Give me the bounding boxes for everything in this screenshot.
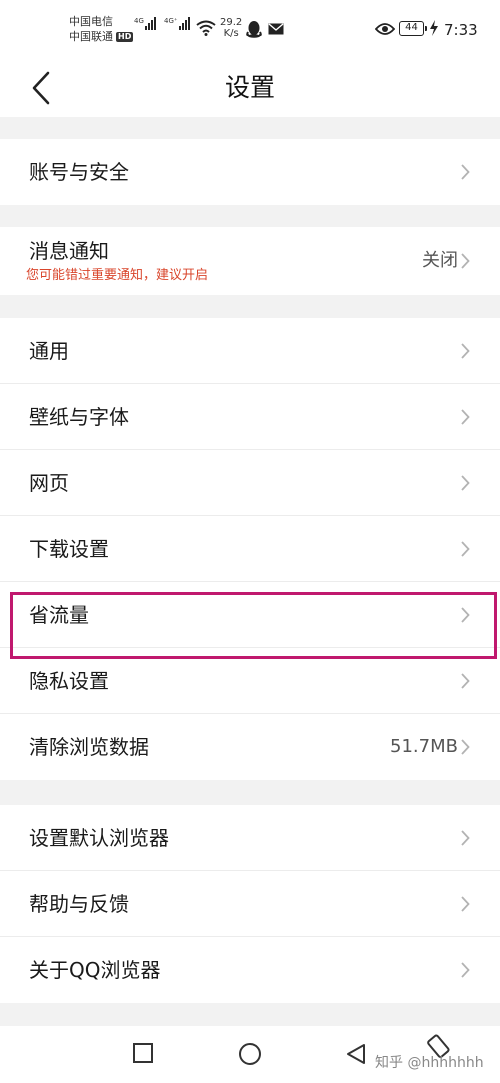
chevron-right-icon: [461, 253, 470, 269]
qq-icon: [246, 21, 262, 38]
setting-label: 设置默认浏览器: [29, 826, 169, 850]
chevron-right-icon: [461, 343, 470, 359]
settings-group-general: 通用 壁纸与字体 网页 下载设置 省流量 隐私设置 清除浏览数据 51.7MB: [0, 318, 500, 780]
status-bar: 中国电信 中国联通 HD 4G 4G⁺ 29.2 K/s 44 7:33: [0, 0, 500, 60]
setting-label: 清除浏览数据: [29, 735, 149, 759]
battery-level: 44: [405, 22, 418, 33]
chevron-right-icon: [461, 475, 470, 491]
setting-row-account-security[interactable]: 账号与安全: [0, 139, 500, 205]
hd-badge: HD: [116, 31, 134, 42]
setting-label: 账号与安全: [29, 160, 129, 184]
net-speed-unit: K/s: [223, 28, 239, 39]
chevron-right-icon: [461, 607, 470, 623]
chevron-right-icon: [461, 164, 470, 180]
setting-label: 壁纸与字体: [29, 405, 129, 429]
setting-row-wallpaper-font[interactable]: 壁纸与字体: [0, 384, 500, 450]
chevron-right-icon: [461, 962, 470, 978]
setting-row-webpage[interactable]: 网页: [0, 450, 500, 516]
cache-size: 51.7MB: [390, 736, 458, 757]
carrier-2: 中国联通: [69, 30, 113, 43]
setting-row-about[interactable]: 关于QQ浏览器: [0, 937, 500, 1003]
setting-row-clear-data[interactable]: 清除浏览数据 51.7MB: [0, 714, 500, 780]
setting-label: 帮助与反馈: [29, 892, 129, 916]
chevron-right-icon: [461, 409, 470, 425]
setting-label: 通用: [29, 339, 69, 363]
eye-icon: [375, 23, 395, 35]
setting-label: 消息通知: [29, 239, 109, 263]
signal-2-icon: 4G⁺: [164, 17, 190, 30]
setting-row-notifications[interactable]: 消息通知 您可能错过重要通知，建议开启 关闭: [0, 227, 500, 295]
settings-group-notifications: 消息通知 您可能错过重要通知，建议开启 关闭: [0, 227, 500, 295]
setting-label: 隐私设置: [29, 669, 109, 693]
triangle-back-icon[interactable]: [345, 1042, 367, 1066]
battery-icon: 44: [399, 21, 427, 36]
net-speed-value: 29.2: [220, 17, 243, 28]
notification-status: 关闭: [422, 250, 458, 271]
chevron-right-icon: [461, 896, 470, 912]
watermark: 知乎 @hhhhhhh: [375, 1055, 484, 1071]
setting-row-help-feedback[interactable]: 帮助与反馈: [0, 871, 500, 937]
signal-2-label: 4G⁺: [164, 17, 178, 25]
chevron-right-icon: [461, 830, 470, 846]
setting-label: 下载设置: [29, 537, 109, 561]
signal-1-label: 4G: [134, 17, 144, 25]
setting-row-download[interactable]: 下载设置: [0, 516, 500, 582]
setting-row-default-browser[interactable]: 设置默认浏览器: [0, 805, 500, 871]
setting-label: 网页: [29, 471, 69, 495]
square-icon[interactable]: [132, 1042, 154, 1064]
charging-bolt-icon: [430, 20, 438, 36]
carrier-1: 中国电信: [69, 15, 113, 28]
notification-warning: 您可能错过重要通知，建议开启: [26, 268, 209, 283]
setting-row-privacy[interactable]: 隐私设置: [0, 648, 500, 714]
signal-1-icon: 4G: [134, 17, 156, 30]
setting-label: 省流量: [29, 603, 89, 627]
mail-icon: [268, 23, 284, 35]
settings-group-account: 账号与安全: [0, 139, 500, 205]
page-title: 设置: [224, 73, 275, 102]
clock: 7:33: [444, 21, 478, 39]
setting-row-data-saver[interactable]: 省流量: [0, 582, 500, 648]
settings-group-more: 设置默认浏览器 帮助与反馈 关于QQ浏览器: [0, 805, 500, 1003]
chevron-right-icon: [461, 673, 470, 689]
wifi-icon: [196, 20, 216, 36]
net-speed: 29.2 K/s: [220, 17, 242, 39]
title-bar: 设置: [0, 60, 500, 117]
setting-label: 关于QQ浏览器: [29, 958, 161, 982]
setting-row-general[interactable]: 通用: [0, 318, 500, 384]
chevron-right-icon: [461, 541, 470, 557]
chevron-right-icon: [461, 739, 470, 755]
circle-icon[interactable]: [238, 1042, 262, 1066]
carrier-info: 中国电信 中国联通 HD: [69, 14, 134, 44]
